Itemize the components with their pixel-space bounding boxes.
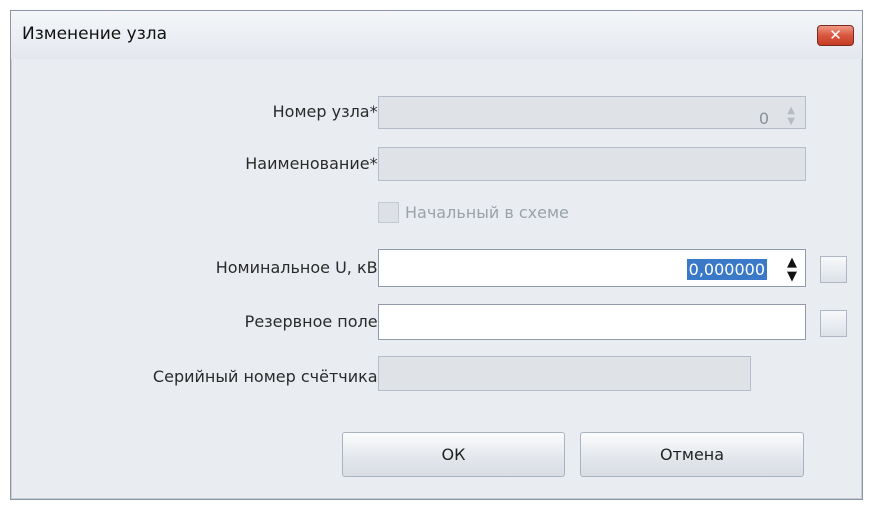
node-number-input: 0 ▲ ▼: [378, 96, 806, 129]
node-number-label: Номер узла*:: [272, 102, 383, 121]
reserve-field-label: Резервное поле:: [244, 312, 383, 331]
name-input: [378, 147, 806, 181]
close-button[interactable]: ✕: [817, 25, 854, 46]
node-number-value: 0: [758, 109, 769, 128]
nominal-u-label: Номинальное U, кВ:: [215, 258, 383, 277]
title-bar[interactable]: Изменение узла ✕: [11, 11, 862, 59]
meter-serial-label: Серийный номер счётчика:: [152, 367, 383, 386]
initial-in-scheme-checkbox: Начальный в схеме: [378, 202, 569, 223]
dialog-title: Изменение узла: [22, 24, 168, 44]
checkbox-box: [378, 202, 399, 223]
close-icon: ✕: [829, 26, 842, 44]
reserve-field-option-button[interactable]: [820, 310, 847, 337]
cancel-button[interactable]: Отмена: [580, 432, 804, 477]
initial-in-scheme-label: Начальный в схеме: [405, 203, 569, 222]
nominal-u-option-button[interactable]: [820, 256, 847, 283]
nominal-u-input[interactable]: 0,000000 ▲ ▼: [378, 249, 806, 287]
name-label: Наименование*:: [245, 154, 383, 173]
node-number-spinner: ▲ ▼: [787, 105, 795, 127]
nominal-u-value: 0,000000: [686, 259, 767, 280]
ok-button[interactable]: ОК: [342, 432, 565, 477]
nominal-u-spinner[interactable]: ▲ ▼: [787, 256, 797, 284]
meter-serial-input: [378, 356, 751, 391]
reserve-field-input[interactable]: [378, 304, 806, 340]
